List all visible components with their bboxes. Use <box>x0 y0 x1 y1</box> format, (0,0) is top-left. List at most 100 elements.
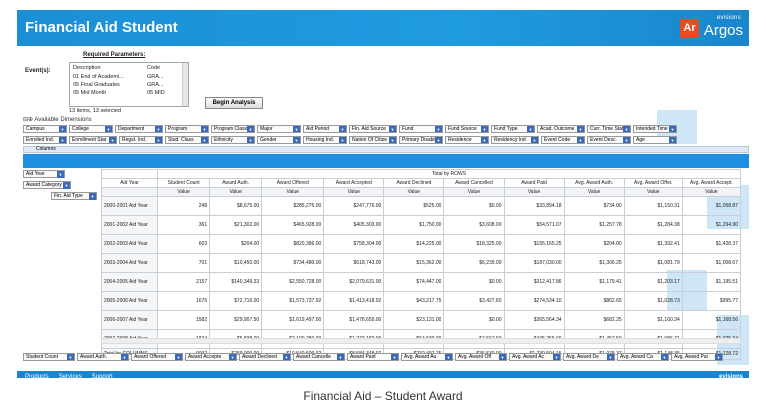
dimension-select[interactable]: Event Code ▼ <box>541 136 585 144</box>
dimension-select[interactable]: Program ▼ <box>165 125 209 133</box>
footer-link[interactable]: Support <box>92 374 113 378</box>
dimension-select[interactable]: Event Desc. ▼ <box>587 136 631 144</box>
dimension-select[interactable]: Residence ▼ <box>445 136 489 144</box>
table-row[interactable]: 2001-2002 Aid Year 361 $21,302.00 $465,928.… <box>100 215 742 235</box>
available-dimensions-label[interactable]: ⊟⊕ Available Dimensions <box>23 116 92 123</box>
toggle-icon[interactable]: ⊟⊕ <box>23 117 33 123</box>
table-cell: $8,675.00 <box>209 196 263 216</box>
chevron-down-icon: ▼ <box>59 126 66 132</box>
event-label: Event(s): <box>25 68 51 74</box>
dimension-select[interactable]: Residency Ind ▼ <box>491 136 539 144</box>
table-cell: 361 <box>157 215 211 235</box>
dimension-select[interactable]: Avg. Award Ca ▼ <box>617 353 669 361</box>
dimension-select[interactable]: Curr. Time Stat ▼ <box>587 125 631 133</box>
dimension-select[interactable]: Enrollment Stat ▼ <box>69 136 117 144</box>
table-row[interactable]: 2006-2007 Aid Year 1582 $29,907.50 $1,619,4… <box>100 310 742 330</box>
chevron-down-icon: ▼ <box>247 137 254 143</box>
dimension-row-2: Enrolled Ind. ▼ Enrollment Stat ▼ Regst. Ind… <box>23 136 677 145</box>
fin-aid-type-select[interactable]: Fin. Aid Type ▼ <box>51 192 97 200</box>
table-cell: $1,392.41 <box>623 234 683 254</box>
table-cell: $204.00 <box>563 234 625 254</box>
table-cell: $247,776.00 <box>323 196 385 216</box>
table-cell: $14,225.00 <box>383 234 445 254</box>
table-cell: $140,349.33 <box>209 272 263 292</box>
table-row[interactable]: 2005-2006 Aid Year 1676 $72,716.00 $1,573,7… <box>100 291 742 311</box>
begin-analysis-button[interactable]: Begin Analysis <box>205 97 263 109</box>
chevron-down-icon: ▼ <box>121 354 128 360</box>
dimension-select[interactable]: Housing Ind. ▼ <box>303 136 347 144</box>
table-row[interactable]: 2000-2001 Aid Year 248 $8,675.00 $285,275.0… <box>100 196 742 216</box>
dimension-select[interactable]: Award Cancelle ▼ <box>293 353 345 361</box>
award-category-select[interactable]: Award Category ▼ <box>23 181 71 189</box>
chevron-down-icon: ▼ <box>337 354 344 360</box>
columns-bar[interactable]: Columns <box>23 146 749 153</box>
brand-small-text: evisions <box>716 15 741 21</box>
dimension-select[interactable]: Nation Of Citize ▼ <box>349 136 397 144</box>
dimension-select[interactable]: Avg. Award Au ▼ <box>401 353 453 361</box>
dimension-select[interactable]: Award Auth. ▼ <box>77 353 129 361</box>
column-header: Avg. Award Accept. <box>681 178 742 188</box>
dimension-select[interactable]: Award Declined ▼ <box>239 353 291 361</box>
dimension-select[interactable]: Age ▼ <box>633 136 677 144</box>
chevron-down-icon: ▼ <box>105 126 112 132</box>
footer-link[interactable]: Services <box>59 374 82 378</box>
listbox-scrollbar[interactable] <box>182 63 188 106</box>
dimension-select[interactable]: Major ▼ <box>257 125 301 133</box>
chevron-down-icon: ▼ <box>435 126 442 132</box>
dimension-select[interactable]: Ethnicity ▼ <box>211 136 255 144</box>
dimension-select[interactable]: Intended Time ▼ <box>633 125 677 133</box>
brand-badge: Ar <box>680 19 699 38</box>
table-cell: $23,131.00 <box>383 310 445 330</box>
chevron-down-icon: ▼ <box>715 354 722 360</box>
dimension-select[interactable]: Fund Type ▼ <box>491 125 535 133</box>
dimension-select[interactable]: Gender ▼ <box>257 136 301 144</box>
table-cell: 2157 <box>157 272 211 292</box>
dimension-select[interactable]: Enrolled Ind. ▼ <box>23 136 67 144</box>
table-row[interactable]: 2004-2005 Aid Year 2157 $140,349.33 $2,550,… <box>100 272 742 292</box>
chevron-down-icon: ▼ <box>339 126 346 132</box>
table-cell: $10,450.00 <box>209 253 263 273</box>
table-row[interactable]: 2003-2004 Aid Year 701 $10,450.00 $734,480.… <box>100 253 742 273</box>
horizontal-scrollbar[interactable] <box>101 338 741 344</box>
dimension-select[interactable]: Student Count ▼ <box>23 353 75 361</box>
dimension-select[interactable]: Department ▼ <box>115 125 163 133</box>
footer-link[interactable]: Products <box>25 374 49 378</box>
table-cell: $525.00 <box>383 196 445 216</box>
aid-year-select[interactable]: Aid Year ▼ <box>23 170 65 178</box>
dimension-select[interactable]: Avg. Award De ▼ <box>563 353 615 361</box>
dimension-select[interactable]: Avg. Award Off ▼ <box>455 353 507 361</box>
table-row[interactable]: 2002-2003 Aid Year 603 $204.00 $820,386.00 $… <box>100 234 742 254</box>
table-cell: $820,386.00 <box>261 234 325 254</box>
dimension-select[interactable]: Stud. Class ▼ <box>165 136 209 144</box>
dimension-select[interactable]: Fund ▼ <box>399 125 443 133</box>
dimension-select[interactable]: Fin. Aid Source ▼ <box>349 125 397 133</box>
dimension-select[interactable]: Award Accepte ▼ <box>185 353 237 361</box>
figure-caption: Financial Aid – Student Award <box>303 389 463 403</box>
table-cell: $682.25 <box>563 310 625 330</box>
dimension-select[interactable]: Primary Disabili ▼ <box>399 136 443 144</box>
selection-count: 13 items, 13 selected <box>69 108 121 114</box>
table-cell: $734.00 <box>563 196 625 216</box>
dimension-select[interactable]: Program Class ▼ <box>211 125 255 133</box>
dimension-select[interactable]: Aid Period ▼ <box>303 125 347 133</box>
dimension-select[interactable]: Campus ▼ <box>23 125 67 133</box>
columns-drop-area[interactable] <box>23 154 749 168</box>
column-header: Award Cancelled <box>443 178 505 188</box>
value-subheader: Value <box>383 187 445 197</box>
dimension-select[interactable]: Avg. Award Ac ▼ <box>509 353 561 361</box>
dimension-select[interactable]: Award Offered ▼ <box>131 353 183 361</box>
table-cell: $1,028.73 <box>623 291 683 311</box>
dimension-select[interactable]: Avg. Award Pai ▼ <box>671 353 723 361</box>
dimension-select[interactable]: Fund Source ▼ <box>445 125 489 133</box>
table-cell: $2,079,631.00 <box>323 272 385 292</box>
event-listbox[interactable]: Description Code 01 End of Academi... GR… <box>69 62 189 107</box>
table-cell: $995.77 <box>681 291 742 311</box>
dimension-select[interactable]: Award Paid ▼ <box>347 353 399 361</box>
table-cell: $1,008.67 <box>681 253 742 273</box>
dimension-select[interactable]: Regst. Ind. ▼ <box>119 136 163 144</box>
table-cell: $312,417.86 <box>503 272 565 292</box>
chevron-down-icon: ▼ <box>339 137 346 143</box>
dimension-select[interactable]: College ▼ <box>69 125 113 133</box>
dimension-select[interactable]: Acad. Outcome ▼ <box>537 125 585 133</box>
table-header-row: Total by ROWS <box>100 169 741 179</box>
